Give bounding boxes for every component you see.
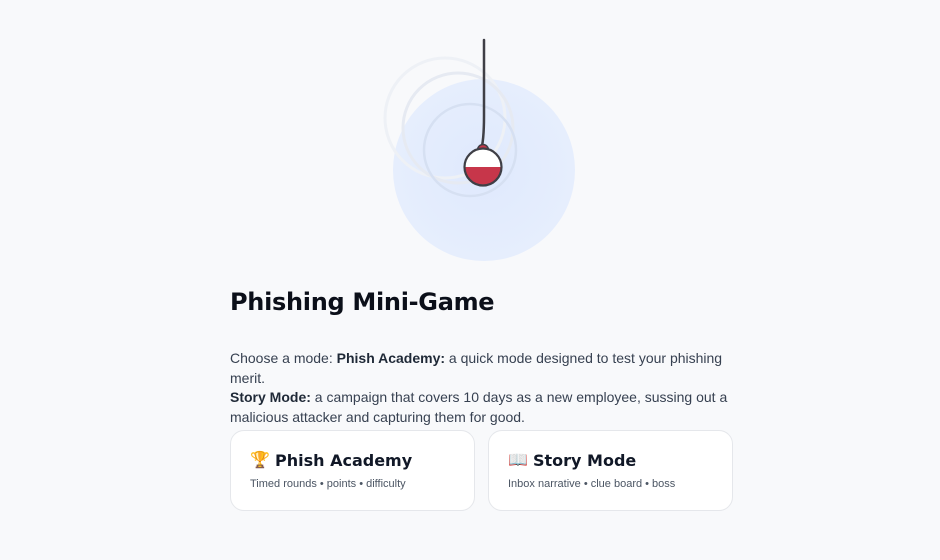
mode-cards: 🏆 Phish Academy Timed rounds • points • … <box>230 430 740 511</box>
card-title: Story Mode <box>533 451 637 470</box>
card-header: 📖 Story Mode <box>508 451 713 470</box>
story-name: Story Mode: <box>230 389 311 406</box>
academy-name: Phish Academy: <box>336 350 446 366</box>
intro-prefix: Choose a mode: <box>230 350 337 366</box>
fishing-bobber-illustration <box>360 30 610 270</box>
card-header: 🏆 Phish Academy <box>250 451 455 470</box>
main-content: Phishing Mini-Game Choose a mode: Phish … <box>230 288 740 511</box>
story-mode-button[interactable]: 📖 Story Mode Inbox narrative • clue boar… <box>488 430 733 511</box>
card-title: Phish Academy <box>275 451 413 470</box>
card-subtitle: Inbox narrative • clue board • boss <box>508 478 676 490</box>
phish-academy-button[interactable]: 🏆 Phish Academy Timed rounds • points • … <box>230 430 475 511</box>
trophy-icon: 🏆 <box>250 451 270 469</box>
page-title: Phishing Mini-Game <box>230 288 495 316</box>
card-subtitle: Timed rounds • points • difficulty <box>250 478 406 490</box>
mode-description: Choose a mode: Phish Academy: a quick mo… <box>230 349 740 427</box>
open-book-icon: 📖 <box>508 451 528 469</box>
